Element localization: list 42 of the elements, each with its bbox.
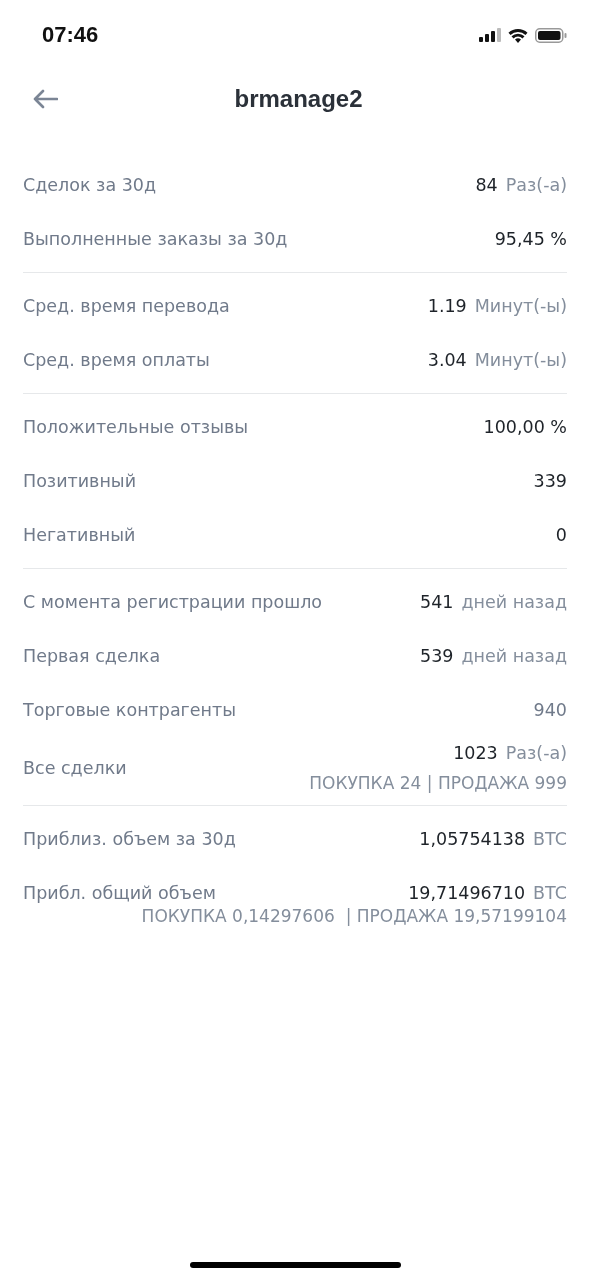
stat-value: 1,05754138 (419, 829, 526, 849)
unit-label: Раз(-а) (505, 743, 567, 763)
unit-label: Минут(-ы) (474, 350, 567, 370)
stat-value: 1.19 (427, 296, 467, 316)
stat-label: Положительные отзывы (23, 417, 249, 437)
stat-value: 100,00 % (483, 417, 567, 437)
unit-label: Минут(-ы) (474, 296, 567, 316)
stat-value: 0 (555, 525, 567, 545)
signal-icon (479, 28, 501, 42)
stat-value: 539 (420, 646, 454, 666)
stat-label: С момента регистрации прошло (23, 592, 323, 612)
unit-label: BTC (533, 883, 567, 903)
stat-label: Прибл. общий объем (23, 883, 216, 903)
status-time: 07:46 (42, 22, 99, 48)
stat-value: 339 (533, 471, 567, 491)
stat-label: Сделок за 30д (23, 175, 157, 195)
trade-breakdown: ПОКУПКА 0,14297606 | ПРОДАЖА 19,57199104 (140, 906, 567, 928)
stat-value: 95,45 % (494, 229, 567, 249)
battery-icon (535, 27, 567, 43)
stat-label: Позитивный (23, 471, 137, 491)
stat-label: Приблиз. объем за 30д (23, 829, 236, 849)
stat-label: Выполненные заказы за 30д (23, 229, 288, 249)
stat-value: 1023 (453, 743, 498, 763)
stat-value: 541 (420, 592, 454, 612)
stat-value: 19,71496710 (408, 883, 526, 903)
unit-label: BTC (533, 829, 567, 849)
unit-label: дней назад (461, 646, 567, 666)
stat-label: Все сделки (23, 758, 127, 778)
stat-value: 84 (475, 175, 498, 195)
unit-label: дней назад (461, 592, 567, 612)
page-title: brmanage2 (234, 85, 363, 113)
stat-value: 940 (533, 700, 567, 720)
stat-label: Торговые контрагенты (23, 700, 237, 720)
unit-label: Раз(-а) (505, 175, 567, 195)
stat-value: 3.04 (427, 350, 467, 370)
wifi-icon (508, 27, 528, 43)
back-arrow-icon (32, 89, 58, 109)
stat-label: Негативный (23, 525, 136, 545)
stat-label: Первая сделка (23, 646, 161, 666)
stat-label: Сред. время оплаты (23, 350, 210, 370)
trade-breakdown: ПОКУПКА 24 | ПРОДАЖА 999 (309, 773, 567, 793)
stat-label: Сред. время перевода (23, 296, 230, 316)
